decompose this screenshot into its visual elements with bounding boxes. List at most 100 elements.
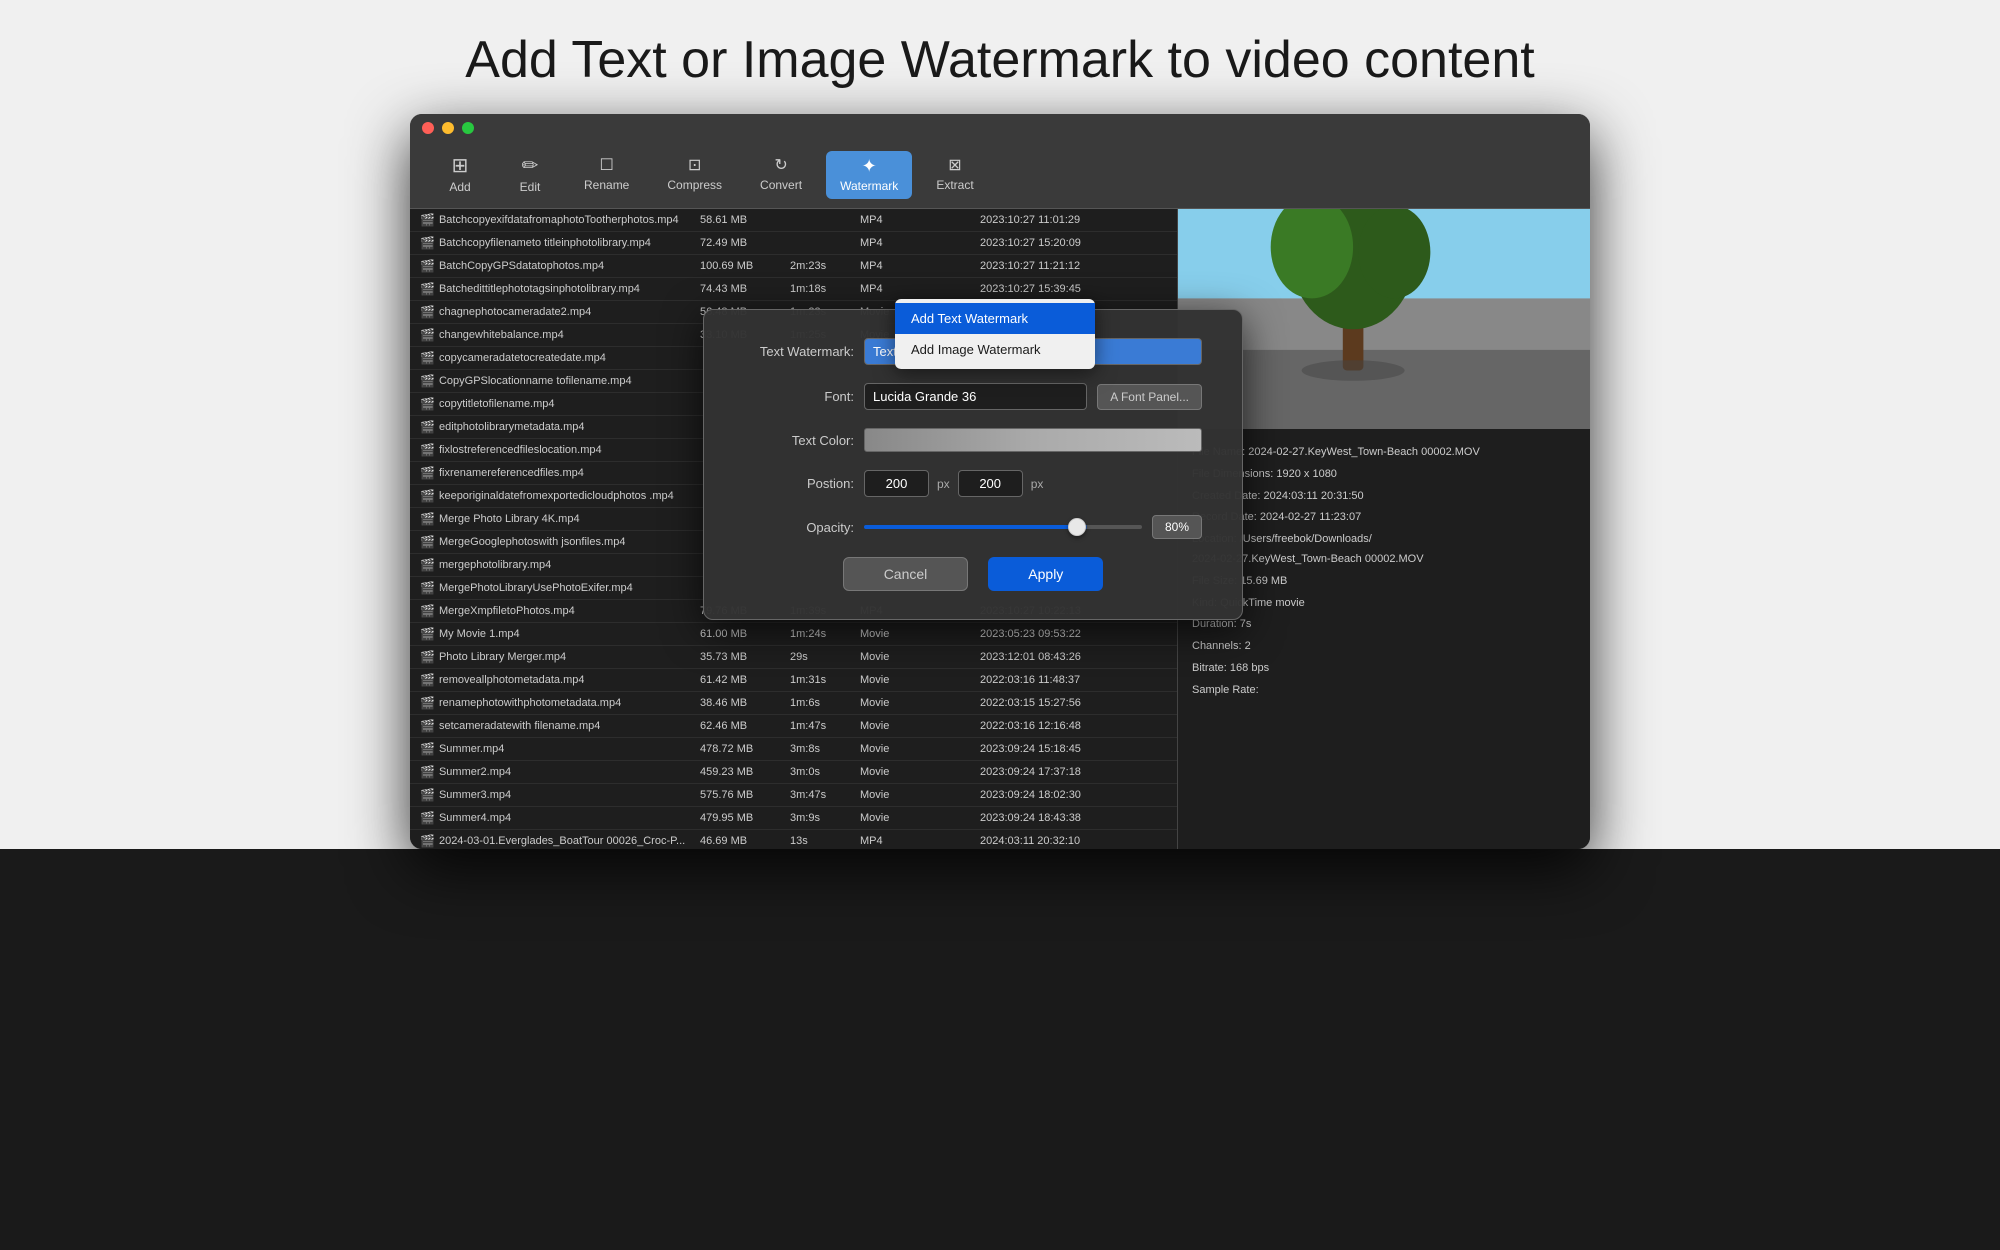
file-row[interactable]: 🎬 renamephotowithphotometadata.mp4 38.46… bbox=[410, 692, 1177, 715]
title-bar bbox=[410, 114, 1590, 142]
rename-icon: ☐ bbox=[600, 158, 614, 174]
traffic-light-green[interactable] bbox=[462, 122, 474, 134]
file-icon: 🎬 bbox=[420, 213, 435, 227]
font-panel-button[interactable]: A Font Panel... bbox=[1097, 384, 1202, 410]
file-icon: 🎬 bbox=[420, 627, 435, 641]
file-name-cell: 🎬 mergephotolibrary.mp4 bbox=[420, 558, 700, 572]
file-name-text: removeallphotometadata.mp4 bbox=[439, 674, 585, 686]
file-name-cell: 🎬 chagnephotocameradate2.mp4 bbox=[420, 305, 700, 319]
file-info-channels: Channels: 2 bbox=[1192, 637, 1576, 657]
file-icon: 🎬 bbox=[420, 604, 435, 618]
file-info-dimensions: File Dimensions: 1920 x 1080 bbox=[1192, 465, 1576, 485]
file-name-cell: 🎬 editphotolibrarymetadata.mp4 bbox=[420, 420, 700, 434]
file-row[interactable]: 🎬 Photo Library Merger.mp4 35.73 MB 29s … bbox=[410, 646, 1177, 669]
file-info-bitrate: Bitrate: 168 bps bbox=[1192, 659, 1576, 679]
file-name-cell: 🎬 BatchCopyGPSdatatophotos.mp4 bbox=[420, 259, 700, 273]
file-name-cell: 🎬 Photo Library Merger.mp4 bbox=[420, 650, 700, 664]
file-name-text: setcameradatewith filename.mp4 bbox=[439, 720, 600, 732]
add-text-watermark-item[interactable]: Add Text Watermark bbox=[895, 303, 1095, 334]
file-row[interactable]: 🎬 BatchCopyGPSdatatophotos.mp4 100.69 MB… bbox=[410, 255, 1177, 278]
file-name-cell: 🎬 Batchcopyfilenameto titleinphotolibrar… bbox=[420, 236, 700, 250]
file-name-cell: 🎬 MergeGooglephotoswith jsonfiles.mp4 bbox=[420, 535, 700, 549]
toolbar-convert[interactable]: ↻ Convert bbox=[746, 152, 816, 198]
font-input[interactable] bbox=[864, 383, 1087, 410]
file-row[interactable]: 🎬 Summer3.mp4 575.76 MB 3m:47s Movie 202… bbox=[410, 784, 1177, 807]
toolbar-add[interactable]: ⊞ Add bbox=[430, 150, 490, 200]
apply-button[interactable]: Apply bbox=[988, 557, 1103, 591]
convert-icon: ↻ bbox=[774, 158, 787, 174]
toolbar-add-label: Add bbox=[449, 180, 470, 194]
position-x-input[interactable] bbox=[864, 470, 929, 497]
file-row[interactable]: 🎬 Summer.mp4 478.72 MB 3m:8s Movie 2023:… bbox=[410, 738, 1177, 761]
dialog-buttons: Cancel Apply bbox=[744, 557, 1202, 591]
file-name-cell: 🎬 copycameradatetocreatedate.mp4 bbox=[420, 351, 700, 365]
file-name-text: Photo Library Merger.mp4 bbox=[439, 651, 566, 663]
file-name-cell: 🎬 MergePhotoLibraryUsePhotoExifer.mp4 bbox=[420, 581, 700, 595]
file-info-created: Created Date: 2024:03:11 20:31:50 bbox=[1192, 487, 1576, 507]
add-image-watermark-item[interactable]: Add Image Watermark bbox=[895, 334, 1095, 365]
file-name-cell: 🎬 changewhitebalance.mp4 bbox=[420, 328, 700, 342]
opacity-label: Opacity: bbox=[744, 520, 854, 535]
file-name-text: MergeXmpfiletoPhotos.mp4 bbox=[439, 605, 575, 617]
file-icon: 🎬 bbox=[420, 696, 435, 710]
file-icon: 🎬 bbox=[420, 788, 435, 802]
traffic-light-yellow[interactable] bbox=[442, 122, 454, 134]
toolbar-compress-label: Compress bbox=[667, 178, 722, 192]
page-background: Add Text or Image Watermark to video con… bbox=[0, 0, 2000, 849]
file-icon: 🎬 bbox=[420, 305, 435, 319]
opacity-slider-container[interactable] bbox=[864, 517, 1142, 537]
file-icon: 🎬 bbox=[420, 489, 435, 503]
file-name-cell: 🎬 copytitletofilename.mp4 bbox=[420, 397, 700, 411]
toolbar-rename[interactable]: ☐ Rename bbox=[570, 152, 643, 198]
file-name-cell: 🎬 Summer.mp4 bbox=[420, 742, 700, 756]
cancel-label: Cancel bbox=[884, 566, 928, 582]
file-icon: 🎬 bbox=[420, 351, 435, 365]
toolbar-convert-label: Convert bbox=[760, 178, 802, 192]
file-icon: 🎬 bbox=[420, 466, 435, 480]
file-info-name: File Name: 2024-02-27.KeyWest_Town-Beach… bbox=[1192, 443, 1576, 463]
watermark-icon: ✦ bbox=[862, 157, 877, 175]
file-name-text: keeporiginaldatefromexportedicloudphotos… bbox=[439, 490, 674, 502]
font-panel-label: A Font Panel... bbox=[1110, 390, 1189, 404]
toolbar-compress[interactable]: ⊡ Compress bbox=[653, 152, 736, 198]
add-icon: ⊞ bbox=[452, 156, 469, 176]
file-row[interactable]: 🎬 Batchedittitlephototagsinphotolibrary.… bbox=[410, 278, 1177, 301]
file-row[interactable]: 🎬 setcameradatewith filename.mp4 62.46 M… bbox=[410, 715, 1177, 738]
color-bar[interactable] bbox=[864, 428, 1202, 452]
toolbar-edit[interactable]: ✏ Edit bbox=[500, 150, 560, 200]
file-name-text: MergeGooglephotoswith jsonfiles.mp4 bbox=[439, 536, 626, 548]
file-row[interactable]: 🎬 Batchcopyfilenameto titleinphotolibrar… bbox=[410, 232, 1177, 255]
file-name-text: Summer4.mp4 bbox=[439, 812, 511, 824]
position-y-input[interactable] bbox=[958, 470, 1023, 497]
file-row[interactable]: 🎬 Summer4.mp4 479.95 MB 3m:9s Movie 2023… bbox=[410, 807, 1177, 830]
file-name-cell: 🎬 fixlostreferencedfileslocation.mp4 bbox=[420, 443, 700, 457]
file-icon: 🎬 bbox=[420, 374, 435, 388]
file-icon: 🎬 bbox=[420, 420, 435, 434]
traffic-light-red[interactable] bbox=[422, 122, 434, 134]
file-icon: 🎬 bbox=[420, 558, 435, 572]
cancel-button[interactable]: Cancel bbox=[843, 557, 969, 591]
opacity-thumb[interactable] bbox=[1068, 518, 1086, 536]
file-name-text: fixlostreferencedfileslocation.mp4 bbox=[439, 444, 602, 456]
file-name-cell: 🎬 BatchcopyexifdatafromaphotoTootherphot… bbox=[420, 213, 700, 227]
file-row[interactable]: 🎬 removeallphotometadata.mp4 61.42 MB 1m… bbox=[410, 669, 1177, 692]
file-name-cell: 🎬 Merge Photo Library 4K.mp4 bbox=[420, 512, 700, 526]
file-row[interactable]: 🎬 BatchcopyexifdatafromaphotoTootherphot… bbox=[410, 209, 1177, 232]
file-name-text: editphotolibrarymetadata.mp4 bbox=[439, 421, 585, 433]
toolbar-watermark[interactable]: ✦ Watermark bbox=[826, 151, 912, 199]
px-label-2: px bbox=[1031, 477, 1044, 491]
file-row[interactable]: 🎬 My Movie 1.mp4 61.00 MB 1m:24s Movie 2… bbox=[410, 623, 1177, 646]
file-name-cell: 🎬 setcameradatewith filename.mp4 bbox=[420, 719, 700, 733]
file-name-text: changewhitebalance.mp4 bbox=[439, 329, 564, 341]
file-name-text: Summer2.mp4 bbox=[439, 766, 511, 778]
file-row[interactable]: 🎬 Summer2.mp4 459.23 MB 3m:0s Movie 2023… bbox=[410, 761, 1177, 784]
toolbar-extract[interactable]: ⊠ Extract bbox=[922, 152, 987, 198]
compress-icon: ⊡ bbox=[688, 158, 701, 174]
file-name-text: Batchcopyfilenameto titleinphotolibrary.… bbox=[439, 237, 651, 249]
opacity-row: 80% bbox=[864, 515, 1202, 539]
file-icon: 🎬 bbox=[420, 535, 435, 549]
toolbar-rename-label: Rename bbox=[584, 178, 629, 192]
file-row[interactable]: 🎬 2024-03-01.Everglades_BoatTour 00026_C… bbox=[410, 830, 1177, 849]
file-icon: 🎬 bbox=[420, 236, 435, 250]
file-name-text: Merge Photo Library 4K.mp4 bbox=[439, 513, 580, 525]
